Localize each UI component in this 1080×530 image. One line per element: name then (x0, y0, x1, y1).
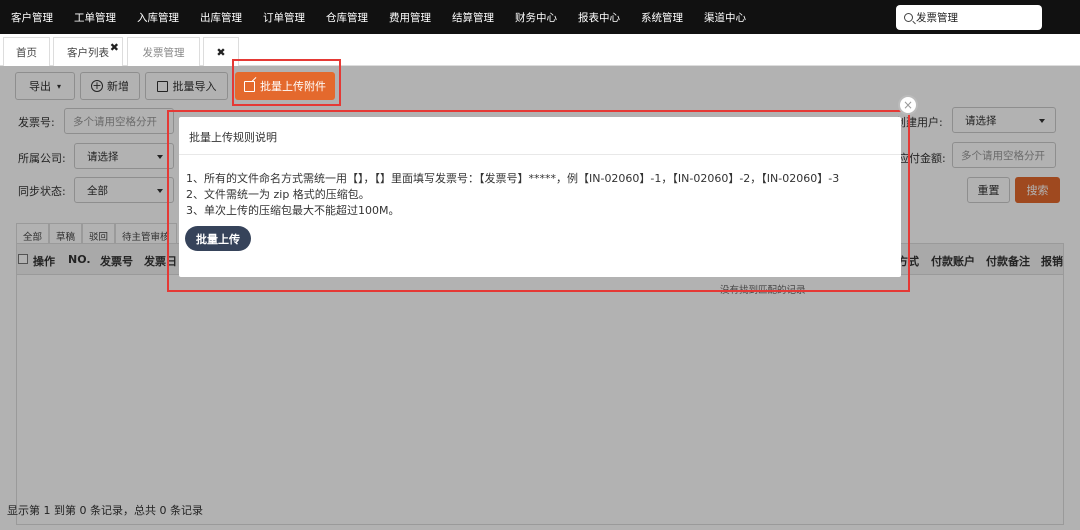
menu-outbound[interactable]: 出库管理 (200, 10, 242, 25)
close-icon[interactable]: ✖ (216, 46, 225, 59)
main-menu: 客户管理 工单管理 入库管理 出库管理 订单管理 仓库管理 费用管理 结算管理 … (11, 0, 767, 34)
menu-warehouse[interactable]: 仓库管理 (326, 10, 368, 25)
menu-settlement[interactable]: 结算管理 (452, 10, 494, 25)
menu-order[interactable]: 订单管理 (263, 10, 305, 25)
top-nav: 客户管理 工单管理 入库管理 出库管理 订单管理 仓库管理 费用管理 结算管理 … (0, 0, 1080, 34)
menu-search-input[interactable]: 发票管理 (896, 5, 1042, 30)
highlight-box-upload (232, 59, 341, 106)
highlight-box-dialog (167, 110, 910, 292)
menu-workorder[interactable]: 工单管理 (74, 10, 116, 25)
tab-invoice[interactable]: 发票管理 (127, 37, 200, 66)
menu-customer[interactable]: 客户管理 (11, 10, 53, 25)
tab-home[interactable]: 首页 (3, 37, 50, 66)
tab-customer-list[interactable]: 客户列表 ✖ (53, 37, 123, 66)
tab-home-label: 首页 (16, 46, 37, 59)
tab-customer-list-label: 客户列表 (67, 46, 109, 59)
tab-invoice-label: 发票管理 (142, 46, 185, 59)
close-icon[interactable]: ✖ (110, 41, 119, 54)
dialog-close-icon[interactable]: × (898, 95, 918, 115)
menu-expense[interactable]: 费用管理 (389, 10, 431, 25)
menu-channel[interactable]: 渠道中心 (704, 10, 746, 25)
menu-inbound[interactable]: 入库管理 (137, 10, 179, 25)
tab-bar: 首页 客户列表 ✖ 发票管理 ✖ (0, 34, 1080, 66)
menu-system[interactable]: 系统管理 (641, 10, 683, 25)
menu-finance[interactable]: 财务中心 (515, 10, 557, 25)
search-icon (904, 13, 913, 22)
menu-report[interactable]: 报表中心 (578, 10, 620, 25)
menu-search-value: 发票管理 (916, 12, 958, 24)
